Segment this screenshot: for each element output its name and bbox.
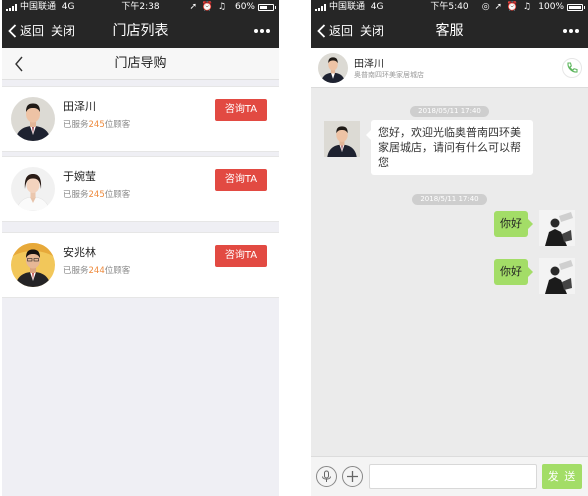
more-icon[interactable] (254, 29, 271, 33)
guide-avatar (11, 243, 55, 287)
contact-header: 田泽川 奥普南四环美家居城店 (311, 48, 588, 88)
send-button[interactable]: 发 送 (542, 464, 582, 489)
guide-name: 安兆林 (63, 246, 96, 259)
more-icon[interactable] (563, 29, 580, 33)
guide-served-count: 已服务245位顾客 (63, 190, 131, 200)
guide-name: 田泽川 (63, 100, 96, 113)
agent-avatar[interactable] (324, 121, 360, 157)
consult-button[interactable]: 咨询TA (215, 169, 267, 191)
page-title: 客服 (435, 23, 464, 39)
system-icons: ◎ ➚ ⏰ ♫ (481, 2, 532, 12)
battery-fill (569, 6, 581, 9)
guide-card: 于婉莹 已服务245位顾客 咨询TA (2, 156, 279, 222)
store-list-screen: 中国联通 4G 下午2:38 ➚ ⏰ ♫ 60% 返回 关闭 门店列表 门店导购 (2, 0, 279, 496)
system-icons: ➚ ⏰ ♫ (189, 2, 227, 12)
guide-avatar (11, 97, 55, 141)
chat-input-bar: 发 送 (311, 456, 588, 496)
guide-avatar (11, 167, 55, 211)
guide-served-count: 已服务244位顾客 (63, 266, 131, 276)
customer-service-screen: 中国联通 4G 下午5:40 ◎ ➚ ⏰ ♫ 100% 返回 关闭 客服 田泽川… (311, 0, 588, 496)
sub-header: 门店导购 (2, 48, 279, 80)
guide-served-count: 已服务245位顾客 (63, 120, 131, 130)
contact-avatar (318, 53, 348, 83)
nav-bar: 返回 关闭 客服 (311, 14, 588, 48)
user-avatar[interactable] (539, 258, 575, 294)
guide-card: 田泽川 已服务245位顾客 咨询TA (2, 86, 279, 152)
contact-store: 奥普南四环美家居城店 (354, 71, 424, 79)
voice-button[interactable] (316, 466, 337, 487)
plus-icon (347, 471, 358, 482)
battery-percent: 60% (234, 2, 255, 12)
status-bar: 中国联通 4G 下午5:40 ◎ ➚ ⏰ ♫ 100% (311, 0, 588, 14)
battery-fill (260, 6, 267, 9)
message-timestamp: 2018/05/11 17:40 (311, 98, 588, 117)
phone-icon (567, 62, 578, 73)
consult-button[interactable]: 咨询TA (215, 245, 267, 267)
user-avatar[interactable] (539, 210, 575, 246)
add-attachment-button[interactable] (342, 466, 363, 487)
message-timestamp: 2018/5/11 17:40 (311, 186, 588, 205)
status-bar: 中国联通 4G 下午2:38 ➚ ⏰ ♫ 60% (2, 0, 279, 14)
outgoing-message: 你好 (494, 211, 533, 237)
outgoing-message: 你好 (494, 259, 533, 285)
sub-header-title: 门店导购 (114, 56, 167, 71)
battery-icon (258, 4, 276, 11)
battery-percent: 100% (538, 2, 564, 12)
page-title: 门店列表 (112, 23, 169, 39)
guide-name: 于婉莹 (63, 170, 96, 183)
incoming-message: 您好，欢迎光临奥普南四环美家居城店，请问有什么可以帮您 (366, 120, 533, 175)
phone-call-button[interactable] (562, 58, 582, 78)
contact-name: 田泽川 (354, 59, 384, 70)
battery-icon (567, 4, 585, 11)
nav-bar: 返回 关闭 门店列表 (2, 14, 279, 48)
consult-button[interactable]: 咨询TA (215, 99, 267, 121)
microphone-icon (322, 470, 331, 482)
message-input[interactable] (369, 464, 537, 489)
guide-card: 安兆林 已服务244位顾客 咨询TA (2, 232, 279, 298)
